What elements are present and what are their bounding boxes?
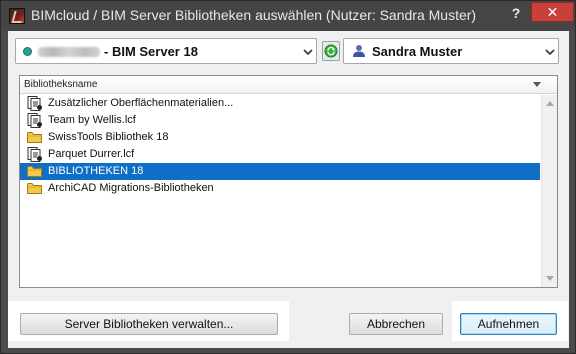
dialog-window: BIMcloud / BIM Server Bibliotheken auswä…: [0, 0, 576, 354]
library-list[interactable]: Bibliotheksname Zusätzlicher Oberflächen…: [19, 75, 558, 288]
sort-arrow-icon[interactable]: [533, 82, 541, 87]
cancel-button[interactable]: Abbrechen: [349, 313, 443, 335]
close-button[interactable]: ✕: [531, 2, 574, 22]
folder-icon: [27, 132, 42, 143]
list-column-header[interactable]: Bibliotheksname: [20, 76, 557, 94]
library-row[interactable]: SwissTools Bibliothek 18: [20, 129, 540, 146]
archicad-app-icon: [9, 8, 25, 24]
library-row[interactable]: Team by Wellis.lcf: [20, 112, 540, 129]
refresh-button[interactable]: [322, 41, 340, 61]
scroll-up-icon[interactable]: [546, 101, 554, 106]
library-row[interactable]: Zusätzlicher Oberflächenmaterialien...: [20, 95, 540, 112]
library-row[interactable]: ArchiCAD Migrations-Bibliotheken: [20, 180, 540, 197]
library-row-label: Parquet Durrer.lcf: [48, 148, 135, 160]
library-file-icon: [27, 147, 42, 162]
vertical-scrollbar[interactable]: [541, 95, 557, 287]
library-rows: Zusätzlicher Oberflächenmaterialien... Te…: [20, 95, 540, 197]
window-title: BIMcloud / BIM Server Bibliotheken auswä…: [31, 7, 477, 23]
server-status-icon: [23, 47, 32, 56]
library-row-label: Team by Wellis.lcf: [48, 114, 136, 126]
library-row-label: Zusätzlicher Oberflächenmaterialien...: [48, 97, 234, 109]
library-row[interactable]: BIBLIOTHEKEN 18: [20, 163, 540, 180]
folder-icon: [27, 183, 42, 194]
column-header-label: Bibliotheksname: [24, 79, 98, 90]
server-dropdown-value: - BIM Server 18: [104, 44, 198, 59]
refresh-icon: [324, 44, 338, 58]
manage-server-libraries-button[interactable]: Server Bibliotheken verwalten...: [20, 313, 278, 335]
server-dropdown[interactable]: - BIM Server 18: [15, 38, 317, 64]
dialog-body: - BIM Server 18 Sandra Muster Bibliothek…: [8, 31, 569, 348]
library-row-label: BIBLIOTHEKEN 18: [48, 165, 144, 177]
chevron-down-icon: [303, 49, 313, 56]
library-file-icon: [27, 96, 42, 111]
library-file-icon: [27, 113, 42, 128]
library-row[interactable]: Parquet Durrer.lcf: [20, 146, 540, 163]
server-address-redacted: [38, 47, 100, 57]
scroll-down-icon[interactable]: [546, 276, 554, 281]
chevron-down-icon: [545, 49, 555, 56]
library-row-label: ArchiCAD Migrations-Bibliotheken: [48, 182, 214, 194]
folder-icon: [27, 166, 42, 177]
user-dropdown-value: Sandra Muster: [372, 44, 463, 59]
user-dropdown[interactable]: Sandra Muster: [343, 38, 559, 64]
add-button[interactable]: Aufnehmen: [460, 313, 557, 335]
title-bar[interactable]: BIMcloud / BIM Server Bibliotheken auswä…: [1, 1, 575, 31]
library-row-label: SwissTools Bibliothek 18: [48, 131, 169, 143]
user-icon: [353, 45, 365, 57]
help-button[interactable]: ?: [506, 4, 526, 24]
